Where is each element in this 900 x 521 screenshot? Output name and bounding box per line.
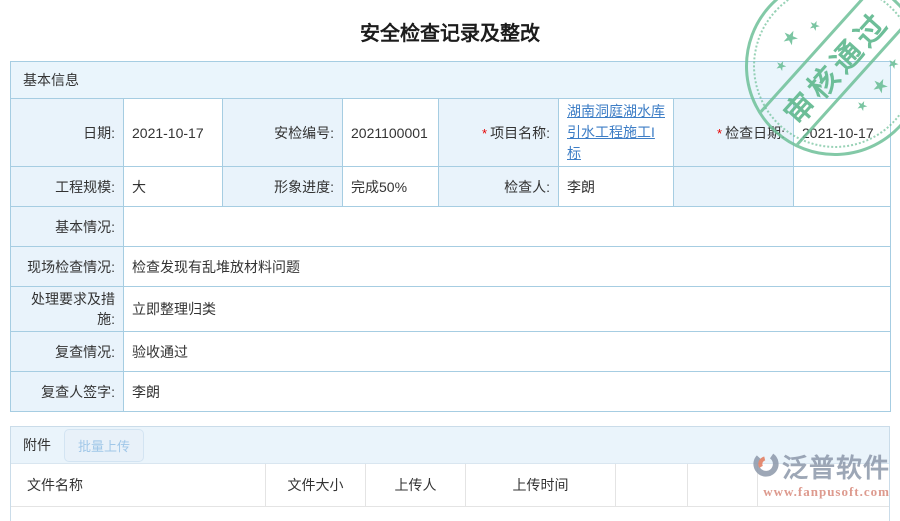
project-name-link[interactable]: 湖南洞庭湖水库引水工程施工I标: [567, 101, 665, 164]
section-header-basic-info: 基本信息: [11, 62, 891, 99]
batch-upload-button[interactable]: 批量上传: [64, 429, 144, 462]
date-label: 日期:: [11, 99, 124, 167]
recheck-signature-value: 李朗: [124, 372, 891, 412]
attachments-section: 附件 批量上传 文件名称 文件大小 上传人 上传时间: [10, 426, 890, 521]
table-row: 复查情况: 验收通过: [11, 332, 891, 372]
date-value: 2021-10-17: [124, 99, 223, 167]
inspection-no-value: 2021100001: [343, 99, 439, 167]
handling-measures-value: 立即整理归类: [124, 287, 891, 332]
project-name-label: *项目名称:: [439, 99, 559, 167]
visual-progress-value: 完成50%: [343, 167, 439, 207]
visual-progress-label: 形象进度:: [223, 167, 343, 207]
inspection-no-label: 安检编号:: [223, 99, 343, 167]
required-mark: *: [717, 126, 722, 141]
handling-measures-label: 处理要求及措施:: [11, 287, 124, 332]
recheck-situation-value: 验收通过: [124, 332, 891, 372]
project-scale-value: 大: [124, 167, 223, 207]
project-name-cell: 湖南洞庭湖水库引水工程施工I标: [559, 99, 674, 167]
empty-value-cell: [794, 167, 891, 207]
empty-label-cell: [674, 167, 794, 207]
table-row: 日期: 2021-10-17 安检编号: 2021100001 *项目名称: 湖…: [11, 99, 891, 167]
site-inspection-label: 现场检查情况:: [11, 247, 124, 287]
site-inspection-value: 检查发现有乱堆放材料问题: [124, 247, 891, 287]
column-file-name: 文件名称: [11, 464, 266, 506]
check-date-label: *检查日期:: [674, 99, 794, 167]
basic-info-table: 基本信息 日期: 2021-10-17 安检编号: 2021100001 *项目…: [10, 61, 891, 412]
check-date-value: 2021-10-17: [794, 99, 891, 167]
table-row: 基本情况:: [11, 207, 891, 247]
table-row: 现场检查情况: 检查发现有乱堆放材料问题: [11, 247, 891, 287]
attachments-column-header: 文件名称 文件大小 上传人 上传时间: [11, 464, 889, 507]
table-row: 处理要求及措施: 立即整理归类: [11, 287, 891, 332]
column-empty: [758, 464, 889, 506]
basic-situation-label: 基本情况:: [11, 207, 124, 247]
page-title: 安全检查记录及整改: [0, 0, 900, 61]
column-empty: [616, 464, 688, 506]
column-file-size: 文件大小: [266, 464, 366, 506]
column-uploader: 上传人: [366, 464, 466, 506]
attachments-title: 附件: [23, 435, 51, 455]
attachments-header-band: 附件 批量上传: [11, 427, 889, 464]
column-empty: [688, 464, 758, 506]
recheck-signature-label: 复查人签字:: [11, 372, 124, 412]
inspector-value: 李朗: [559, 167, 674, 207]
attachments-empty-row: [11, 507, 889, 521]
column-upload-time: 上传时间: [466, 464, 616, 506]
table-row: 复查人签字: 李朗: [11, 372, 891, 412]
basic-situation-value: [124, 207, 891, 247]
table-row: 工程规模: 大 形象进度: 完成50% 检查人: 李朗: [11, 167, 891, 207]
project-scale-label: 工程规模:: [11, 167, 124, 207]
required-mark: *: [482, 126, 487, 141]
inspector-label: 检查人:: [439, 167, 559, 207]
recheck-situation-label: 复查情况:: [11, 332, 124, 372]
